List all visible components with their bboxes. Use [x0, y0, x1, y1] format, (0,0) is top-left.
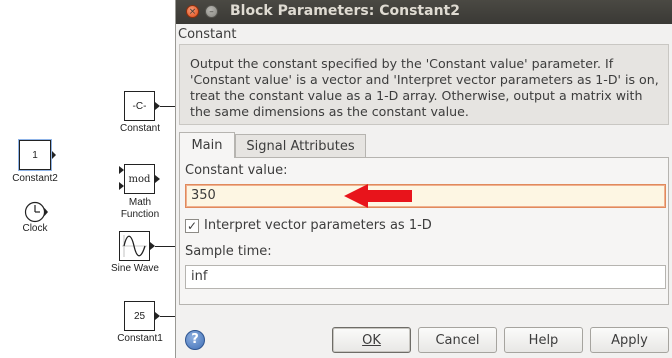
sample-time-label: Sample time: [185, 244, 272, 259]
constant2-block-label: Constant2 [12, 173, 58, 184]
constant-block-label: Constant [119, 123, 161, 134]
ok-button[interactable]: OK [332, 327, 411, 353]
sine-wave-signal-line [155, 246, 176, 247]
apply-button[interactable]: Apply [590, 327, 669, 353]
main-tab-panel: Constant value: 350 ✓ Interpret vector p… [179, 157, 669, 305]
constant1-block-label: Constant1 [117, 333, 163, 344]
red-arrow-annotation [344, 184, 412, 208]
constant2-block-value: 1 [32, 149, 38, 161]
interpret-vector-checkbox[interactable]: ✓ [185, 219, 199, 233]
description-box: Output the constant specified by the 'Co… [179, 44, 669, 125]
block-parameters-dialog: × – Block Parameters: Constant2 Constant… [175, 0, 672, 358]
close-icon: × [188, 7, 197, 17]
constant-value-label: Constant value: [185, 163, 288, 178]
minimize-icon: – [209, 7, 214, 17]
constant-block-value: -C- [132, 100, 147, 112]
constant2-block[interactable]: 1 [19, 140, 51, 170]
model-canvas[interactable]: -C- Constant 1 Constant2 mod Math Functi… [0, 0, 176, 358]
sine-wave-block[interactable] [119, 231, 150, 261]
tab-signal-attributes-label: Signal Attributes [246, 138, 355, 154]
clock-block[interactable] [24, 201, 48, 223]
ok-button-label: OK [362, 332, 381, 348]
constant2-output-port [52, 151, 56, 159]
dialog-titlebar[interactable]: × – Block Parameters: Constant2 [176, 0, 672, 24]
apply-button-label: Apply [611, 332, 648, 348]
math-function-block[interactable]: mod [124, 164, 155, 194]
constant-value-input[interactable]: 350 [185, 184, 666, 208]
tab-main[interactable]: Main [179, 132, 235, 158]
sine-wave-icon [122, 235, 147, 257]
minimize-window-button[interactable]: – [205, 5, 218, 18]
sample-time-input[interactable]: inf [185, 265, 666, 289]
tab-main-label: Main [191, 138, 223, 153]
help-button[interactable]: Help [504, 327, 583, 353]
checkmark-icon: ✓ [186, 219, 198, 233]
close-window-button[interactable]: × [186, 5, 199, 18]
block-description: Output the constant specified by the 'Co… [190, 56, 659, 119]
constant-block[interactable]: -C- [124, 91, 155, 121]
dialog-title: Block Parameters: Constant2 [230, 3, 460, 19]
cancel-button[interactable]: Cancel [418, 327, 497, 353]
constant1-signal-line [160, 316, 176, 317]
constant1-block[interactable]: 25 [124, 301, 155, 331]
constant1-block-value: 25 [133, 310, 146, 322]
tab-signal-attributes[interactable]: Signal Attributes [235, 134, 366, 158]
math-function-output-port [155, 175, 160, 183]
interpret-vector-label[interactable]: Interpret vector parameters as 1-D [204, 218, 432, 233]
sine-wave-block-label: Sine Wave [111, 263, 159, 274]
help-button-label: Help [528, 332, 559, 348]
math-function-label-line1: Math [128, 197, 152, 208]
help-icon[interactable]: ? [185, 330, 205, 350]
math-function-block-value: mod [128, 173, 151, 185]
clock-block-label: Clock [22, 223, 48, 234]
cancel-button-label: Cancel [435, 332, 480, 348]
constant-signal-line [160, 106, 176, 107]
block-type-heading: Constant [178, 27, 237, 42]
math-function-label-line2: Function [120, 209, 160, 220]
clock-icon [24, 201, 48, 223]
